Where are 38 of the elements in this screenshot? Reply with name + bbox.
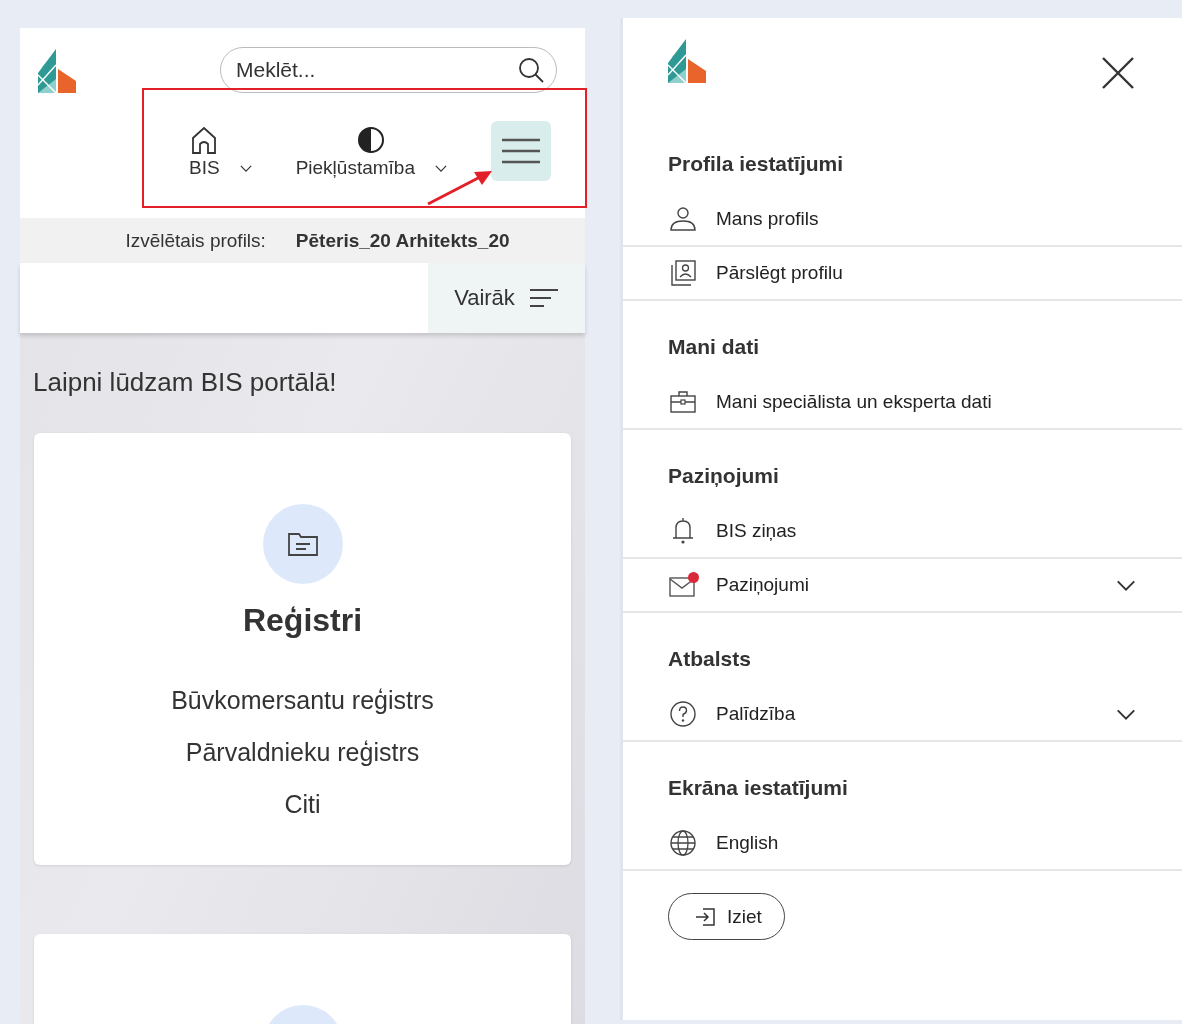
logout-icon: [695, 907, 715, 926]
menu-item[interactable]: Mani speciālista un eksperta dati: [623, 376, 1182, 430]
card-title: Reģistri: [242, 602, 363, 639]
search-field[interactable]: Meklēt...: [220, 47, 557, 93]
menu-icon: [501, 138, 541, 164]
section-heading: Profila iestatījumi: [667, 151, 845, 177]
briefcase-icon: [669, 390, 697, 414]
menu-item[interactable]: BIS ziņas: [623, 505, 1182, 559]
globe-icon: [669, 829, 697, 857]
profile-label: Izvēlētais profils:: [125, 229, 266, 252]
logout-button[interactable]: Iziet: [668, 893, 785, 940]
person-icon: [669, 206, 697, 232]
section-heading: Atbalsts: [667, 646, 752, 672]
menu-item[interactable]: English: [623, 817, 1182, 871]
profile-name: Pēteris_20 Arhitekts_20: [295, 229, 510, 252]
section-heading: Paziņojumi: [667, 463, 780, 489]
menu-icon: [528, 288, 559, 308]
folder-icon: [286, 531, 319, 557]
section-heading: Ekrāna iestatījumi: [667, 775, 849, 801]
registry-link[interactable]: Citi: [284, 790, 321, 819]
search-icon: [517, 56, 545, 84]
contrast-icon: [357, 126, 386, 154]
nav-dropdown[interactable]: Piekļūstamība: [295, 123, 447, 179]
help-icon: [669, 700, 697, 728]
menu-item[interactable]: Palīdzība: [623, 688, 1182, 742]
menu-button[interactable]: [491, 121, 551, 181]
welcome-heading: Laipni lūdzam BIS portālā!: [33, 367, 338, 398]
nav-dropdown[interactable]: BIS: [189, 123, 252, 179]
registry-link[interactable]: Pārvaldnieku reģistrs: [185, 738, 420, 767]
close-icon: [1102, 57, 1134, 89]
menu-item[interactable]: Mans profils: [623, 193, 1182, 247]
menu-item[interactable]: Pārslēgt profilu: [623, 247, 1182, 301]
section-heading: Mani dati: [667, 334, 760, 360]
profile-card-icon: [669, 259, 697, 287]
menu-item[interactable]: Paziņojumi: [623, 559, 1182, 613]
registry-link[interactable]: Būvkomersantu reģistrs: [171, 686, 434, 715]
more-button[interactable]: Vairāk: [428, 263, 585, 333]
bell-icon: [671, 517, 695, 545]
